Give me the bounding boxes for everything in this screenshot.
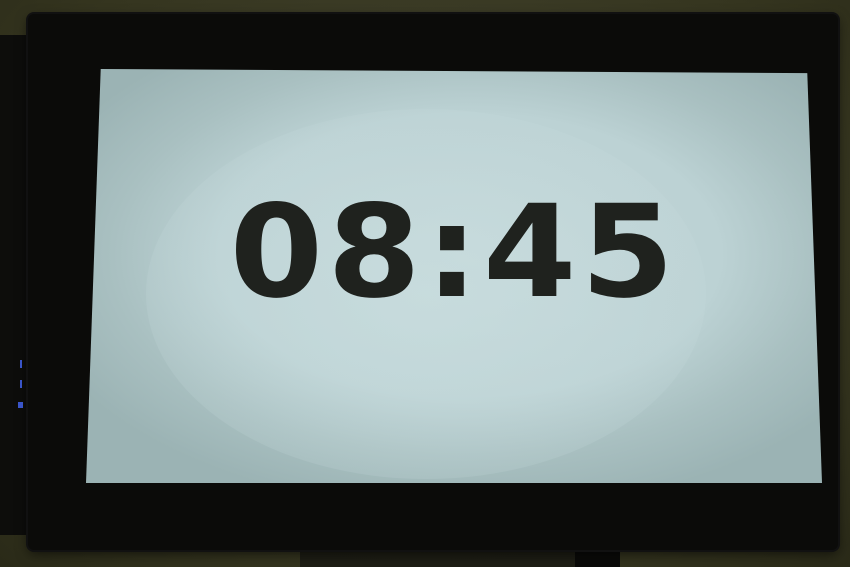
clock-time-display: 08:45: [229, 178, 679, 327]
photo-scene: 08:45: [0, 0, 850, 567]
monitor-bezel: 08:45: [28, 14, 838, 550]
power-led-icon: [18, 360, 24, 410]
monitor-screen: 08:45: [86, 69, 822, 483]
